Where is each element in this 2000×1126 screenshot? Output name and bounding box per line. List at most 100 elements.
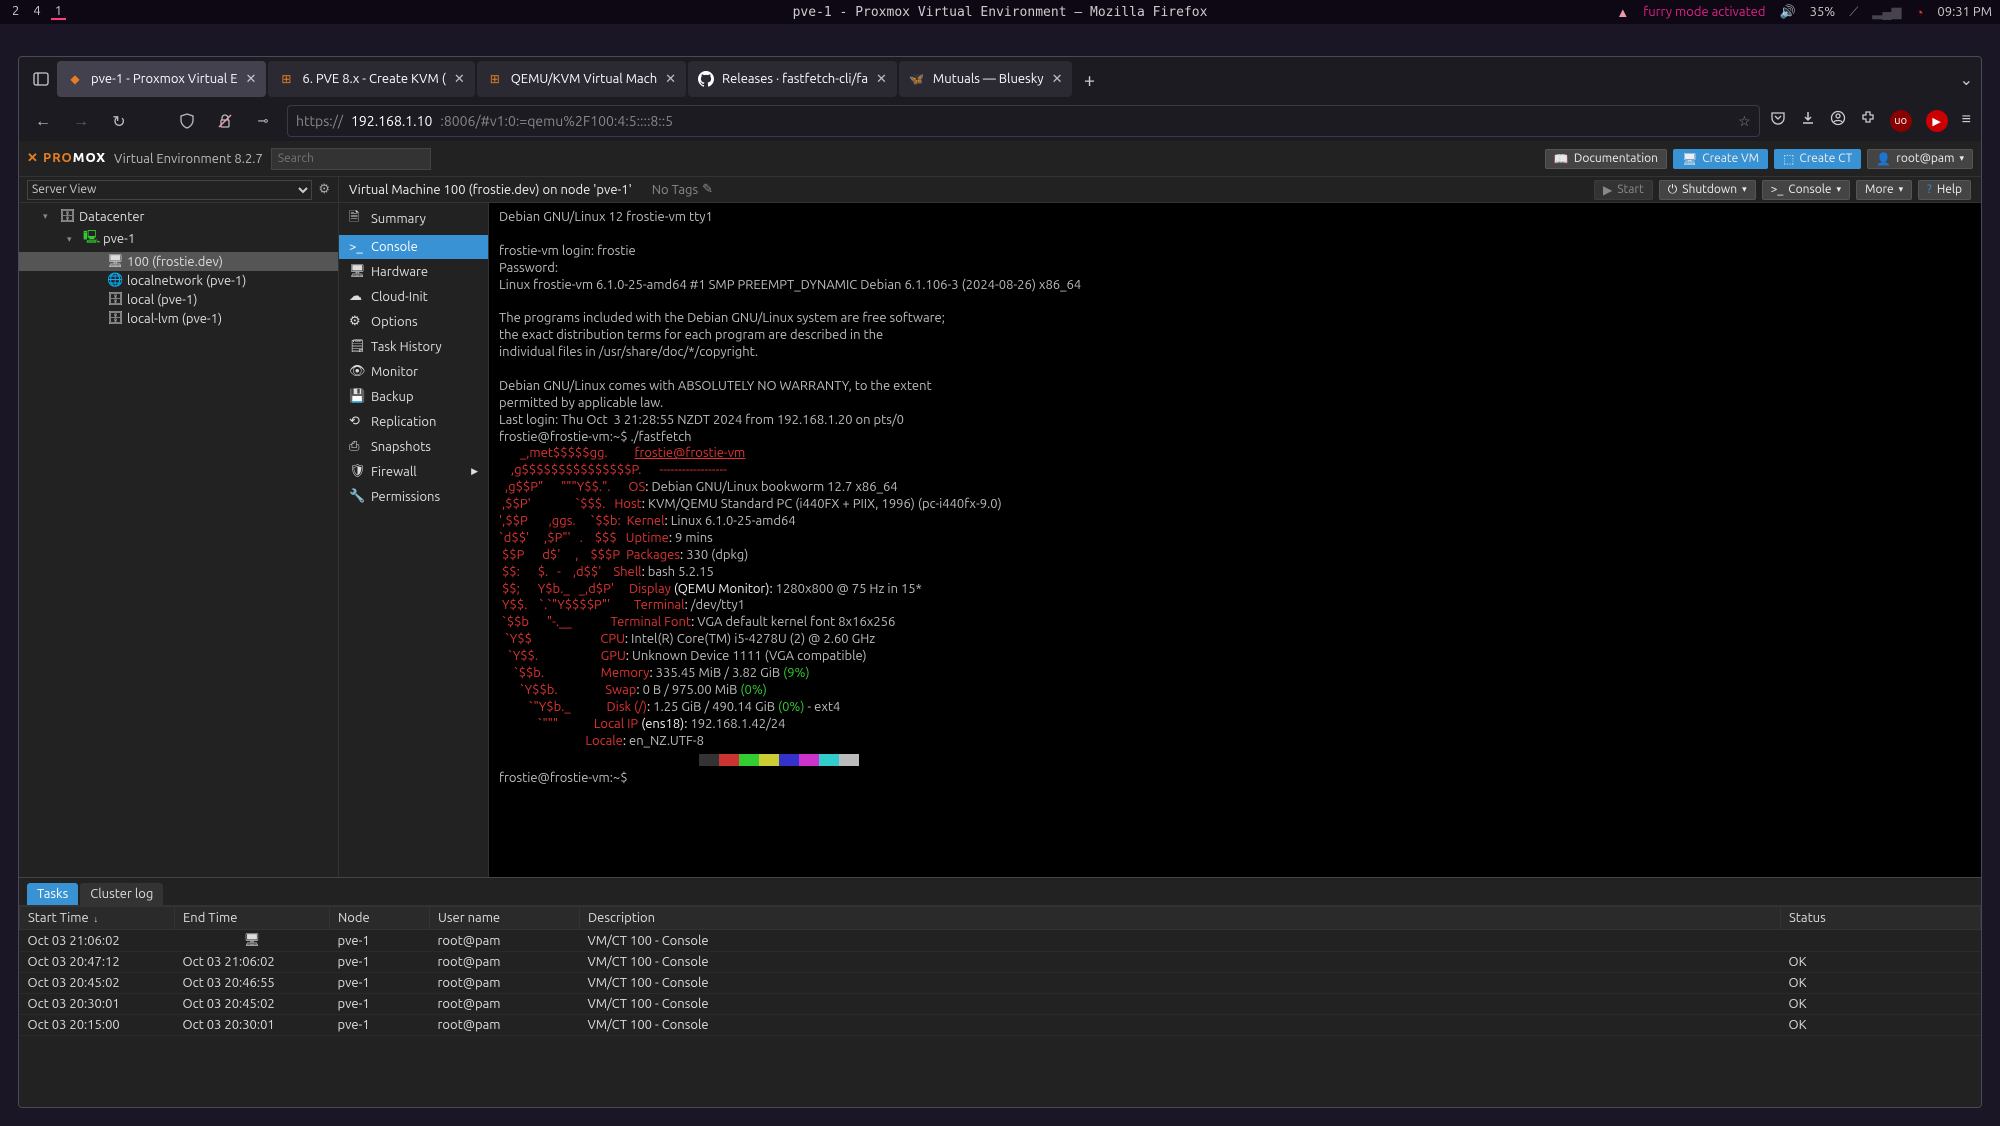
new-tab-button[interactable]: +	[1074, 68, 1104, 91]
sidebar-toggle-icon[interactable]	[27, 65, 55, 93]
close-icon[interactable]: ✕	[1052, 72, 1063, 87]
submenu-cloud-init[interactable]: ☁Cloud-Init	[339, 284, 488, 309]
help-icon: ?	[1927, 183, 1932, 196]
tree-node-localnetwork--pve-1-[interactable]: 🌐localnetwork (pve-1)	[19, 271, 338, 290]
permissions-icon[interactable]: ⊸	[249, 107, 277, 135]
task-row[interactable]: Oct 03 20:30:01Oct 03 20:45:02pve-1root@…	[20, 994, 1981, 1015]
submenu-summary[interactable]: 🗎Summary	[339, 203, 488, 235]
expand-icon[interactable]: ▾	[67, 234, 77, 245]
workspace-4[interactable]: 4	[29, 4, 44, 20]
lock-warning-icon[interactable]	[211, 107, 239, 135]
tab-cluster-log[interactable]: Cluster log	[80, 883, 163, 905]
status-mode-text: furry mode activated	[1643, 5, 1765, 19]
tree-node-datacenter[interactable]: ▾🗄Datacenter	[19, 207, 338, 226]
pocket-icon[interactable]	[1770, 110, 1786, 132]
workspace-2[interactable]: 2	[8, 4, 23, 20]
help-button[interactable]: ?Help	[1918, 180, 1971, 200]
console-button[interactable]: >_Console ▾	[1762, 180, 1850, 200]
task-row[interactable]: Oct 03 20:15:00Oct 03 20:30:01pve-1root@…	[20, 1015, 1981, 1036]
server-icon: 🗄	[59, 209, 73, 224]
create-ct-button[interactable]: ⬚Create CT	[1774, 149, 1861, 169]
task-col-node[interactable]: Node	[330, 907, 430, 930]
reload-button[interactable]: ↻	[105, 107, 133, 135]
vm-console[interactable]: Debian GNU/Linux 12 frostie-vm tty1 fros…	[489, 203, 1981, 877]
submenu-firewall[interactable]: 🛡Firewall▶	[339, 459, 488, 484]
start-button[interactable]: ▶Start	[1594, 180, 1653, 200]
youtube-ext-icon[interactable]: ▶	[1926, 110, 1948, 132]
cloud-icon: ☁	[349, 289, 363, 304]
ublock-icon[interactable]: uo	[1890, 110, 1912, 132]
submenu-replication[interactable]: ⟲Replication	[339, 409, 488, 434]
tab-github[interactable]: Releases · fastfetch-cli/fa ✕	[688, 61, 897, 97]
vm-submenu: 🗎Summary>_Console🖥Hardware☁Cloud-Init⚙Op…	[339, 203, 489, 877]
workspace-1[interactable]: 1	[51, 4, 66, 20]
close-icon[interactable]: ✕	[876, 72, 887, 87]
downloads-icon[interactable]	[1800, 110, 1816, 132]
close-icon[interactable]: ✕	[245, 72, 256, 87]
documentation-button[interactable]: 📖Documentation	[1545, 149, 1667, 169]
submenu-backup[interactable]: 💾Backup	[339, 384, 488, 409]
tab-proxmox[interactable]: ◆ pve-1 - Proxmox Virtual E ✕	[57, 61, 266, 97]
task-col-status[interactable]: Status	[1781, 907, 1981, 930]
search-input[interactable]	[271, 148, 431, 170]
submenu-monitor[interactable]: 👁Monitor	[339, 359, 488, 384]
tasks-grid[interactable]: Start Time ↓End TimeNodeUser nameDescrip…	[19, 906, 1981, 1107]
tree-node-local-lvm--pve-1-[interactable]: 🗄local-lvm (pve-1)	[19, 309, 338, 328]
tree-node-pve-1[interactable]: ▾🖳pve-1	[19, 226, 338, 252]
submenu-label: Monitor	[371, 365, 418, 379]
back-button[interactable]: ←	[29, 107, 57, 135]
more-button[interactable]: More ▾	[1856, 180, 1912, 200]
task-row[interactable]: Oct 03 20:47:12Oct 03 21:06:02pve-1root@…	[20, 952, 1981, 973]
wifi-icon[interactable]: ▂▄▆	[1872, 4, 1901, 20]
extensions-icon[interactable]	[1860, 110, 1876, 132]
task-row[interactable]: Oct 03 21:06:02🖥pve-1root@pamVM/CT 100 -…	[20, 930, 1981, 952]
account-icon[interactable]	[1830, 110, 1846, 132]
tree-view-select[interactable]: Server View	[27, 180, 312, 200]
submenu-snapshots[interactable]: ⎙Snapshots	[339, 434, 488, 459]
submenu-label: Backup	[371, 390, 414, 404]
bookmark-star-icon[interactable]: ☆	[1738, 113, 1751, 130]
tree-node-100--frostie-dev-[interactable]: 🖥100 (frostie.dev)	[19, 252, 338, 271]
tabs-menu-icon[interactable]: ⌄	[1960, 70, 1973, 89]
forward-button[interactable]: →	[67, 107, 95, 135]
network-icon[interactable]: ⟋	[1849, 5, 1858, 20]
tags-label[interactable]: No Tags ✎	[652, 182, 713, 197]
task-col-start-time[interactable]: Start Time ↓	[20, 907, 175, 930]
tab-bluesky[interactable]: 🦋 Mutuals — Bluesky ✕	[899, 61, 1073, 97]
tab-pve-docs[interactable]: ⊞ 6. PVE 8.x - Create KVM ( ✕	[268, 61, 474, 97]
tab-label: Releases · fastfetch-cli/fa	[722, 72, 868, 86]
close-icon[interactable]: ✕	[665, 72, 676, 87]
tree-node-local--pve-1-[interactable]: 🗄local (pve-1)	[19, 290, 338, 309]
hamburger-menu-icon[interactable]: ≡	[1962, 110, 1971, 132]
workspace-switcher[interactable]: 2 4 1	[8, 4, 66, 20]
submenu-hardware[interactable]: 🖥Hardware	[339, 259, 488, 284]
task-col-user-name[interactable]: User name	[430, 907, 580, 930]
tasks-panel: Tasks Cluster log Start Time ↓End TimeNo…	[19, 877, 1981, 1107]
submenu-console[interactable]: >_Console	[339, 235, 488, 259]
battery-percent: 35%	[1810, 5, 1836, 19]
net-icon: 🌐	[107, 273, 121, 288]
tree-label: local-lvm (pve-1)	[127, 312, 222, 326]
submenu-label: Permissions	[371, 490, 440, 504]
shield-icon[interactable]	[173, 107, 201, 135]
close-icon[interactable]: ✕	[454, 72, 465, 87]
tab-label: QEMU/KVM Virtual Mach	[511, 72, 657, 86]
create-vm-button[interactable]: 🖥Create VM	[1673, 149, 1768, 169]
volume-icon[interactable]: 🔊	[1779, 5, 1795, 20]
task-col-end-time[interactable]: End Time	[175, 907, 330, 930]
submenu-task-history[interactable]: 🗒Task History	[339, 334, 488, 359]
tab-tasks[interactable]: Tasks	[27, 883, 78, 905]
tab-qemu-docs[interactable]: ⊞ QEMU/KVM Virtual Mach ✕	[477, 61, 686, 97]
task-row[interactable]: Oct 03 20:45:02Oct 03 20:46:55pve-1root@…	[20, 973, 1981, 994]
submenu-permissions[interactable]: 🔧Permissions	[339, 484, 488, 509]
running-icon: 🖥	[183, 933, 322, 948]
pencil-icon[interactable]: ✎	[702, 182, 713, 197]
submenu-options[interactable]: ⚙Options	[339, 309, 488, 334]
expand-icon[interactable]: ▾	[43, 211, 53, 222]
url-input[interactable]: https://192.168.1.10:8006/#v1:0:=qemu%2F…	[287, 105, 1760, 137]
history-icon: 🗒	[349, 339, 363, 354]
task-col-description[interactable]: Description	[580, 907, 1781, 930]
user-menu-button[interactable]: 👤root@pam ▾	[1867, 149, 1973, 169]
gear-icon[interactable]: ⚙	[318, 182, 330, 197]
shutdown-button[interactable]: ⏻Shutdown ▾	[1659, 180, 1756, 200]
